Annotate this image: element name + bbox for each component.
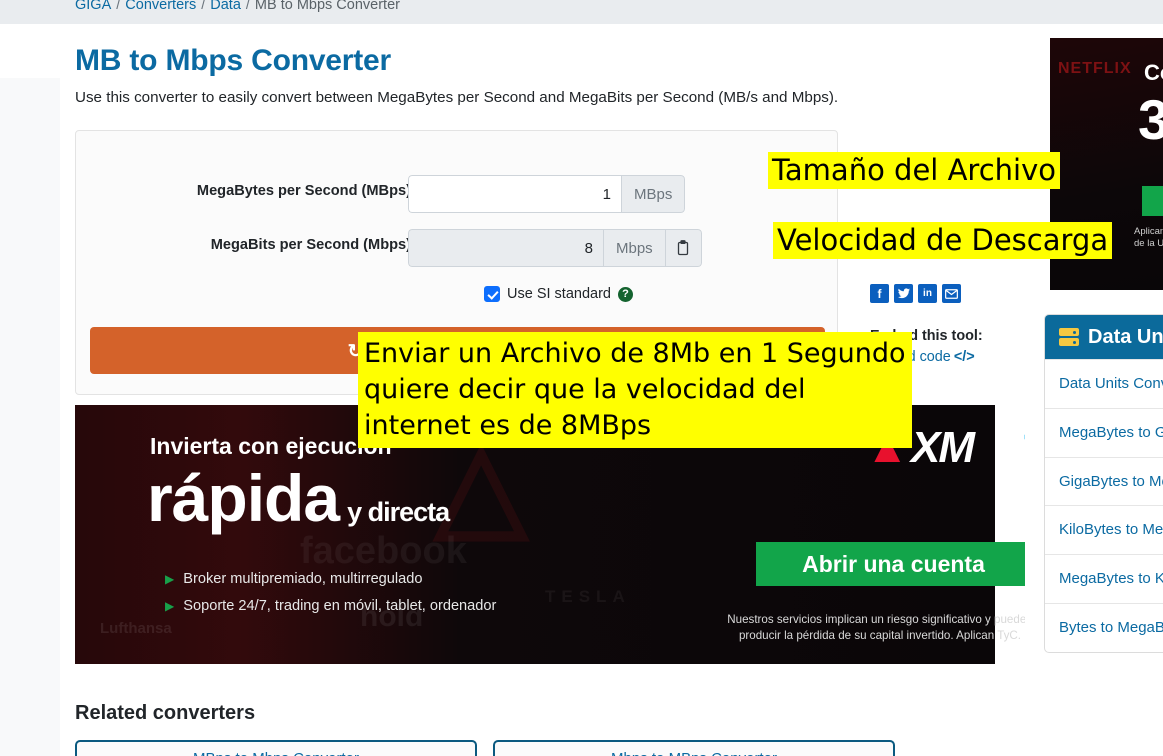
twitter-icon[interactable] [894,284,913,303]
sidebar-item-mb-to-gb[interactable]: MegaBytes to GigaBytes Converter [1045,407,1163,457]
annotation-explanation: Enviar un Archivo de 8Mb en 1 Segundo qu… [358,332,912,448]
related-converter-label: MBps to Mbps Converter [77,742,475,756]
ad-headline-big: rápida y directa [147,460,450,536]
related-converter-box[interactable]: Mbps to MBps Converter [493,740,895,756]
right-sidebar: NETFLIX Comienza con 30 gratis Abrir una… [1025,24,1163,756]
panel-header-label: Data Unit Converters [1088,325,1163,348]
sidebar-ad-disclaimer: Aplican TyC. Bono no disponible para cli… [1134,226,1163,250]
question-mark-icon[interactable]: ? [617,286,633,302]
xm-brand-text: XM [911,423,975,472]
left-gutter [0,78,60,756]
input-row-label: MegaBytes per Second (MBps) [196,183,411,199]
annotation-download-speed: Velocidad de Descarga [773,222,1113,259]
breadcrumb-item-giga[interactable]: GIGA [75,0,111,13]
ad-bullet-item: ▶ Broker multipremiado, multirregulado [165,571,496,587]
ad-disclaimer: Nuestros servicios implican un riesgo si… [727,613,1033,642]
triangle-right-icon: ▶ [165,572,175,586]
social-share-icons: f in [870,284,1020,303]
ad-headline-word: rápida [147,461,340,535]
converter-output-row: MegaBits per Second (Mbps) Mbps [76,229,839,269]
si-standard-row: Use SI standard ? [484,286,633,302]
si-standard-label: Use SI standard [507,286,611,302]
triangle-right-icon: ▶ [165,599,175,613]
code-chevron-icon: </> [953,349,975,365]
sidebar-item-gb-to-mb[interactable]: GigaBytes to MegaBytes Converter [1045,456,1163,506]
input-unit-label: MBps [621,175,686,213]
related-converters-title: Related converters [75,702,256,724]
ad-bullet-text: Soporte 24/7, trading en móvil, tablet, … [183,598,497,614]
breadcrumb-item-data[interactable]: Data [210,0,241,13]
breadcrumb-separator: / [201,0,206,13]
converter-input-row: MegaBytes per Second (MBps) MBps [76,175,839,215]
clipboard-icon[interactable] [665,229,702,267]
sidebar-item-data-units[interactable]: Data Units Converter [1045,359,1163,408]
sidebar-ad-line1: Comienza con [1144,60,1163,85]
related-converter-box[interactable]: MBps to Mbps Converter [75,740,477,756]
breadcrumb-item-current: MB to Mbps Converter [254,0,400,13]
page-title: MB to Mbps Converter [75,44,392,77]
panel-header: Data Unit Converters [1045,315,1163,359]
breadcrumb: GIGA / Converters / Data / MB to Mbps Converte… [75,0,400,15]
sidebar-item-kb-to-mb[interactable]: KiloBytes to MegaBytes Converter [1045,505,1163,554]
si-standard-checkbox[interactable] [484,286,500,302]
related-converter-label: Mbps to MBps Converter [495,742,893,756]
ad-bullet-list: ▶ Broker multipremiado, multirregulado ▶… [165,571,496,625]
breadcrumb-separator: / [245,0,250,13]
database-icon [1059,328,1079,346]
sidebar-item-bytes-to-mb[interactable]: Bytes to MegaBytes Converter [1045,602,1163,652]
sidebar-ad-cta-button[interactable]: Abrir una cuenta [1142,186,1163,216]
ad-headline-small: Invierta con ejecucion [150,433,392,459]
page-description: Use this converter to easily convert bet… [75,89,839,106]
facebook-icon[interactable]: f [870,284,889,303]
sidebar-ad-big-number: 30 [1138,88,1163,151]
breadcrumb-bar: GIGA / Converters / Data / MB to Mbps Converte… [0,0,1163,24]
output-unit-label: Mbps [603,229,666,267]
megabits-output[interactable] [408,229,603,267]
ad-bullet-item: ▶ Soporte 24/7, trading en móvil, tablet… [165,598,496,614]
output-row-label: MegaBits per Second (Mbps) [210,237,411,253]
email-icon[interactable] [942,284,961,303]
data-unit-converters-panel: Data Unit Converters Data Units Converte… [1044,314,1163,653]
netflix-logo: NETFLIX [1058,60,1132,77]
ad-bullet-text: Broker multipremiado, multirregulado [183,571,423,587]
sidebar-item-mb-to-kb[interactable]: MegaBytes to KiloBytes Converter [1045,554,1163,603]
breadcrumb-item-converters[interactable]: Converters [125,0,196,13]
page-root: GIGA / Converters / Data / MB to Mbps Converte… [0,0,1163,756]
linkedin-icon[interactable]: in [918,284,937,303]
input-group-mbps: MBps [408,175,686,213]
ad-cta-button[interactable]: Abrir una cuenta [756,542,1031,586]
ad-headline-suffix: y directa [347,497,450,527]
annotation-file-size: Tamaño del Archivo [768,152,1060,189]
megabytes-input[interactable] [408,175,621,213]
breadcrumb-separator: / [116,0,121,13]
input-group-megabits: Mbps [408,229,702,267]
